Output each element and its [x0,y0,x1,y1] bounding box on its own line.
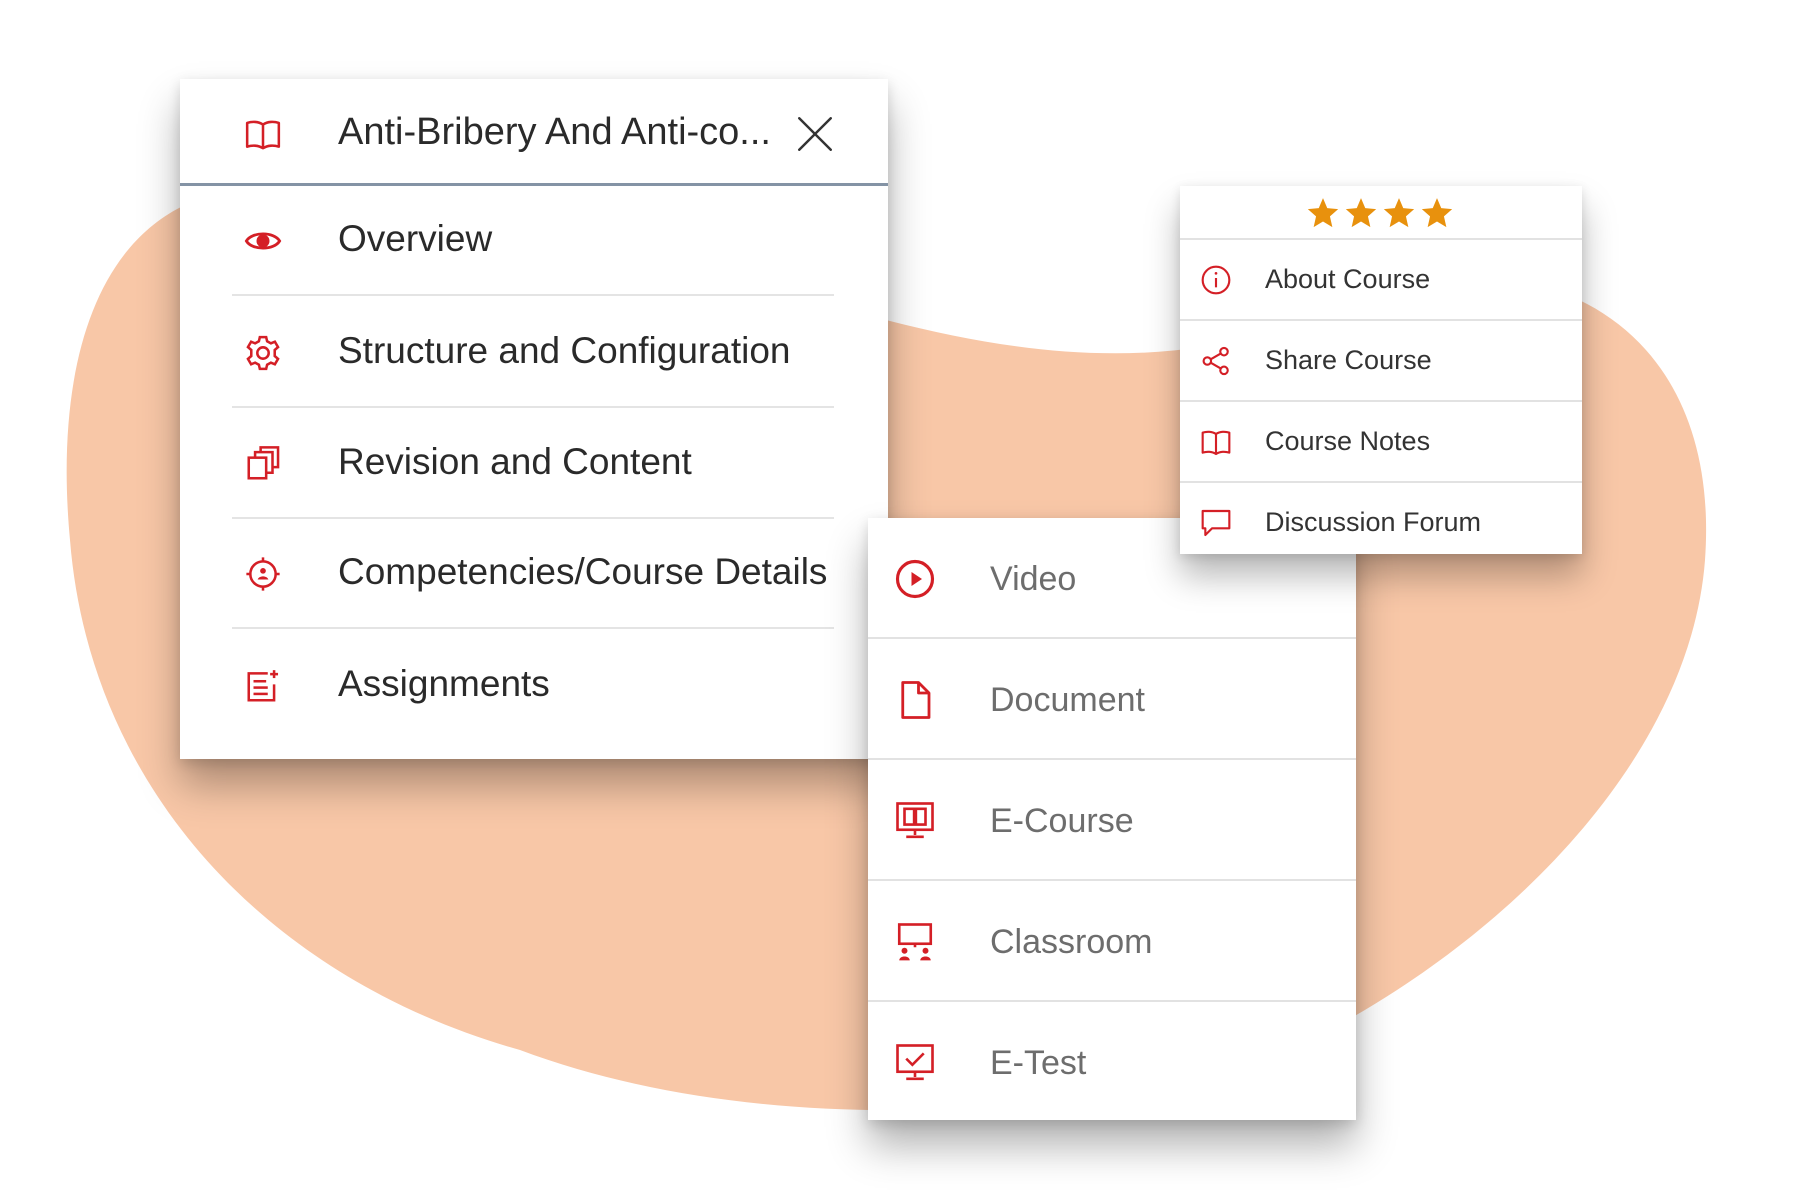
menu-item-assignments[interactable]: Assignments [232,631,834,741]
content-type-label: Classroom [990,923,1153,961]
menu-item-revision[interactable]: Revision and Content [232,409,834,519]
monitor-book-icon [896,802,934,839]
content-type-label: Video [990,560,1077,598]
content-type-ecourse[interactable]: E-Course [868,760,1356,881]
gear-icon [246,335,280,371]
menu-item-competencies[interactable]: Competencies/Course Details [232,519,834,629]
menu-item-structure[interactable]: Structure and Configuration [232,298,834,408]
course-title: Anti-Bribery And Anti-co... [338,111,771,153]
action-about-course[interactable]: About Course [1180,240,1582,321]
close-icon[interactable] [794,113,836,155]
content-type-document[interactable]: Document [868,639,1356,760]
course-menu-header: Anti-Bribery And Anti-co... [180,79,888,186]
chat-icon [1201,509,1231,537]
action-course-notes[interactable]: Course Notes [1180,402,1582,483]
monitor-check-icon [896,1044,934,1081]
play-circle-icon [895,559,935,599]
classroom-icon [897,923,933,961]
target-icon [246,557,280,591]
content-type-label: E-Test [990,1044,1087,1082]
action-label: Course Notes [1265,426,1431,456]
copy-icon [247,446,280,480]
assignment-icon [247,670,279,702]
menu-item-label: Overview [338,218,493,259]
star-rating [1180,186,1582,240]
content-type-label: Document [990,681,1145,719]
menu-item-label: Assignments [338,663,550,704]
book-icon [245,120,281,150]
menu-item-label: Competencies/Course Details [338,551,828,592]
content-type-etest[interactable]: E-Test [868,1002,1356,1123]
action-label: Discussion Forum [1265,507,1482,537]
action-label: About Course [1265,264,1431,294]
document-icon [901,681,931,719]
info-icon [1201,265,1231,295]
menu-item-overview[interactable]: Overview [232,186,834,296]
action-label: Share Course [1265,345,1432,375]
star-icon [1421,198,1453,228]
action-share-course[interactable]: Share Course [1180,321,1582,402]
course-actions-menu: About Course Share Course Course Notes D… [1180,186,1582,554]
share-icon [1202,346,1229,376]
star-icon [1307,198,1339,228]
action-discussion-forum[interactable]: Discussion Forum [1180,483,1582,564]
star-icon [1345,198,1377,228]
book-icon [1201,430,1231,456]
content-types-menu: Video Document E-Course Classroom E-Test [868,518,1356,1120]
eye-icon [244,232,282,250]
menu-item-label: Structure and Configuration [338,330,791,371]
content-type-classroom[interactable]: Classroom [868,881,1356,1002]
content-type-label: E-Course [990,802,1134,840]
star-icon [1383,198,1415,228]
menu-item-label: Revision and Content [338,441,692,482]
course-menu: Anti-Bribery And Anti-co... Overview Str… [180,79,888,759]
